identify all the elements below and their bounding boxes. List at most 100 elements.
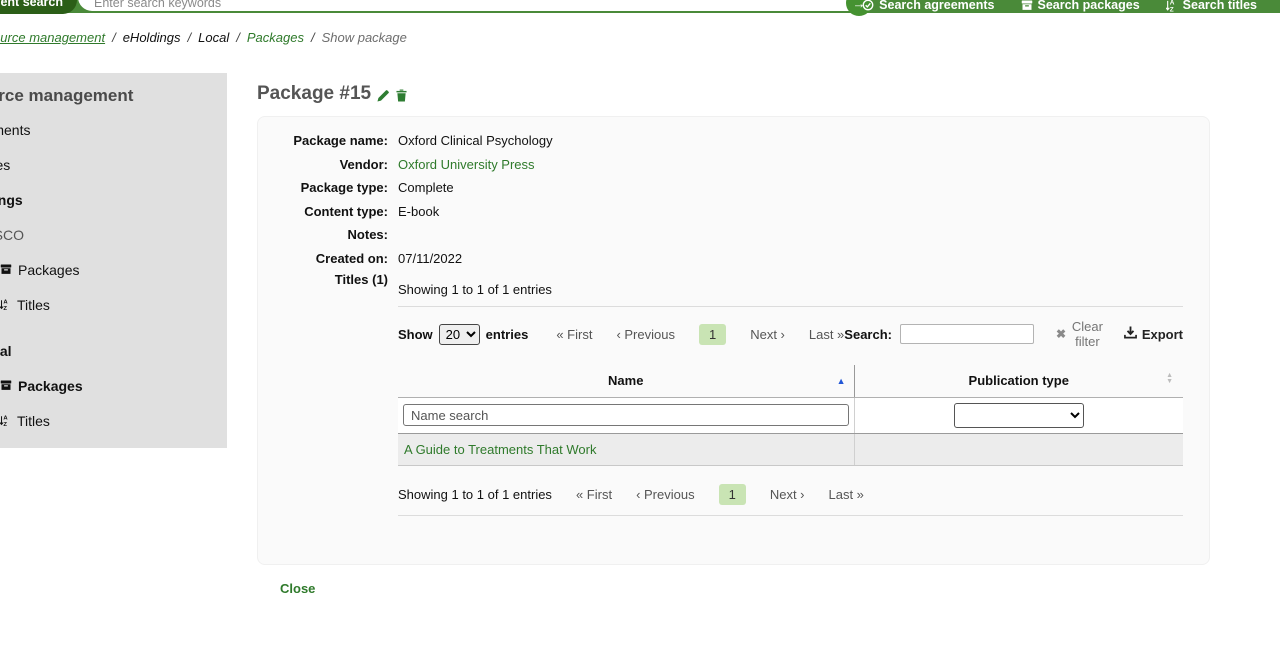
breadcrumb-separator: / <box>188 30 192 45</box>
export-label: Export <box>1142 327 1183 342</box>
box-icon <box>0 262 12 278</box>
publication-type-filter-cell <box>854 397 1183 433</box>
svg-text:Z: Z <box>3 422 7 426</box>
column-header-name[interactable]: Name ▲ <box>398 365 854 397</box>
titles-label: Titles (1) <box>258 272 388 516</box>
name-filter-input[interactable] <box>403 404 849 426</box>
sidebar-item-local-titles[interactable]: AZ Titles <box>0 413 227 429</box>
table-header-row: Name ▲ Publication type ▲▼ <box>398 365 1183 397</box>
vendor-link[interactable]: Oxford University Press <box>398 157 535 173</box>
first-page-button[interactable]: « First <box>556 327 592 342</box>
keyword-search-pill <box>78 0 866 11</box>
detail-label: Created on: <box>258 251 388 267</box>
column-label: Name <box>608 373 643 388</box>
page-length-select[interactable]: 20 <box>439 324 480 345</box>
column-label: Publication type <box>969 373 1069 388</box>
sidebar-item-label: Titles <box>17 297 50 313</box>
delete-icon[interactable] <box>396 89 407 102</box>
nav-search-titles[interactable]: AZ Search titles <box>1166 0 1257 19</box>
table-row: A Guide to Treatments That Work <box>398 433 1183 465</box>
close-link[interactable]: Close <box>280 581 315 596</box>
detail-row: Notes: <box>258 223 1209 247</box>
detail-label: Notes: <box>258 227 388 243</box>
next-page-button[interactable]: Next › <box>750 327 785 342</box>
keyword-search-input[interactable] <box>78 0 866 11</box>
sidebar-item-licenses[interactable]: Licenses <box>0 157 227 173</box>
nav-label: Search titles <box>1183 0 1257 12</box>
title-publication-type-cell <box>854 433 1183 465</box>
breadcrumb-show-package: Show package <box>322 30 407 45</box>
svg-text:A: A <box>3 300 8 306</box>
sort-az-icon: AZ <box>1166 0 1178 15</box>
detail-row: Content type: E-book <box>258 200 1209 224</box>
detail-label: Vendor: <box>258 157 388 173</box>
page-title-text: Package #15 <box>257 83 371 105</box>
created-on-value: 07/11/2022 <box>398 251 462 267</box>
title-name-cell: A Guide to Treatments That Work <box>398 433 854 465</box>
breadcrumb: E-resource management/eHoldings/Local/Pa… <box>0 13 1280 60</box>
sidebar-item-label: eHoldings <box>0 192 23 208</box>
breadcrumb-separator: / <box>311 30 315 45</box>
search-type-tab[interactable]: Agreement search <box>0 0 77 14</box>
entries-label: entries <box>486 327 529 342</box>
nav-search-packages[interactable]: Search packages <box>1021 0 1140 19</box>
last-page-button[interactable]: Last » <box>829 487 864 502</box>
table-search-label: Search: <box>844 327 892 342</box>
main-content: Package #15 Package name: Oxford Clinica… <box>227 73 1280 596</box>
package-detail-panel: Package name: Oxford Clinical Psychology… <box>257 116 1210 565</box>
show-label: Show <box>398 327 433 342</box>
pagination-top: « First ‹ Previous 1 Next › Last » <box>556 324 844 345</box>
detail-label: Package name: <box>258 133 388 149</box>
detail-label: Package type: <box>258 180 388 196</box>
nav-label: Search agreements <box>879 0 994 12</box>
divider <box>398 515 1183 516</box>
table-filter-row <box>398 397 1183 433</box>
nav-label: Search packages <box>1038 0 1140 12</box>
sidebar-item-ebsco-titles[interactable]: AZ Titles <box>0 297 227 313</box>
sidebar-section-label: EBSCO <box>0 227 24 243</box>
breadcrumb-separator: / <box>112 30 116 45</box>
title-link[interactable]: A Guide to Treatments That Work <box>404 442 596 457</box>
first-page-button[interactable]: « First <box>576 487 612 502</box>
titles-section: Titles (1) Showing 1 to 1 of 1 entries S… <box>258 272 1209 516</box>
table-search-input[interactable] <box>900 324 1034 344</box>
sidebar-item-ebsco-packages[interactable]: Packages <box>0 262 227 278</box>
top-search-bar: Agreement search → Search agreements Sea… <box>0 0 1280 13</box>
sidebar-section-label: Local <box>0 343 12 359</box>
sidebar-item-agreements[interactable]: Agreements <box>0 122 227 138</box>
breadcrumb-local: Local <box>198 30 229 45</box>
sidebar-section-local: Local <box>0 343 227 359</box>
titles-table-container: Showing 1 to 1 of 1 entries Show 20 entr… <box>398 272 1183 516</box>
table-controls: Show 20 entries « First ‹ Previous 1 Nex… <box>398 319 1183 349</box>
current-page-button[interactable]: 1 <box>699 324 726 345</box>
previous-page-button[interactable]: ‹ Previous <box>616 327 675 342</box>
current-page-button[interactable]: 1 <box>719 484 746 505</box>
next-page-button[interactable]: Next › <box>770 487 805 502</box>
detail-row: Package name: Oxford Clinical Psychology <box>258 129 1209 153</box>
publication-type-filter-select[interactable] <box>954 403 1084 428</box>
sort-az-icon: AZ <box>0 297 11 313</box>
sort-az-icon: AZ <box>0 413 11 429</box>
edit-icon[interactable] <box>377 89 390 102</box>
nav-search-agreements[interactable]: Search agreements <box>862 0 994 19</box>
last-page-button[interactable]: Last » <box>809 327 844 342</box>
sidebar-item-local-packages[interactable]: Packages <box>0 378 227 394</box>
content-type-value: E-book <box>398 204 439 220</box>
svg-text:Z: Z <box>1169 6 1173 12</box>
box-icon <box>1021 0 1033 14</box>
detail-row: Created on: 07/11/2022 <box>258 247 1209 271</box>
export-button[interactable]: Export <box>1124 326 1183 342</box>
table-footer: Showing 1 to 1 of 1 entries « First ‹ Pr… <box>398 484 1183 505</box>
breadcrumb-erm[interactable]: E-resource management <box>0 30 105 45</box>
column-header-publication-type[interactable]: Publication type ▲▼ <box>854 365 1183 397</box>
sidebar-item-label: Packages <box>18 262 79 278</box>
table-info-top: Showing 1 to 1 of 1 entries <box>398 282 1183 297</box>
pagination-bottom: « First ‹ Previous 1 Next › Last » <box>576 484 864 505</box>
package-type-value: Complete <box>398 180 454 196</box>
previous-page-button[interactable]: ‹ Previous <box>636 487 695 502</box>
clear-filter-button[interactable]: ✖ Clear filter <box>1056 319 1104 349</box>
sidebar-item-eholdings[interactable]: eHoldings <box>0 192 227 208</box>
breadcrumb-packages[interactable]: Packages <box>247 30 304 45</box>
sidebar-section-ebsco: EBSCO <box>0 227 227 243</box>
package-name-value: Oxford Clinical Psychology <box>398 133 553 149</box>
